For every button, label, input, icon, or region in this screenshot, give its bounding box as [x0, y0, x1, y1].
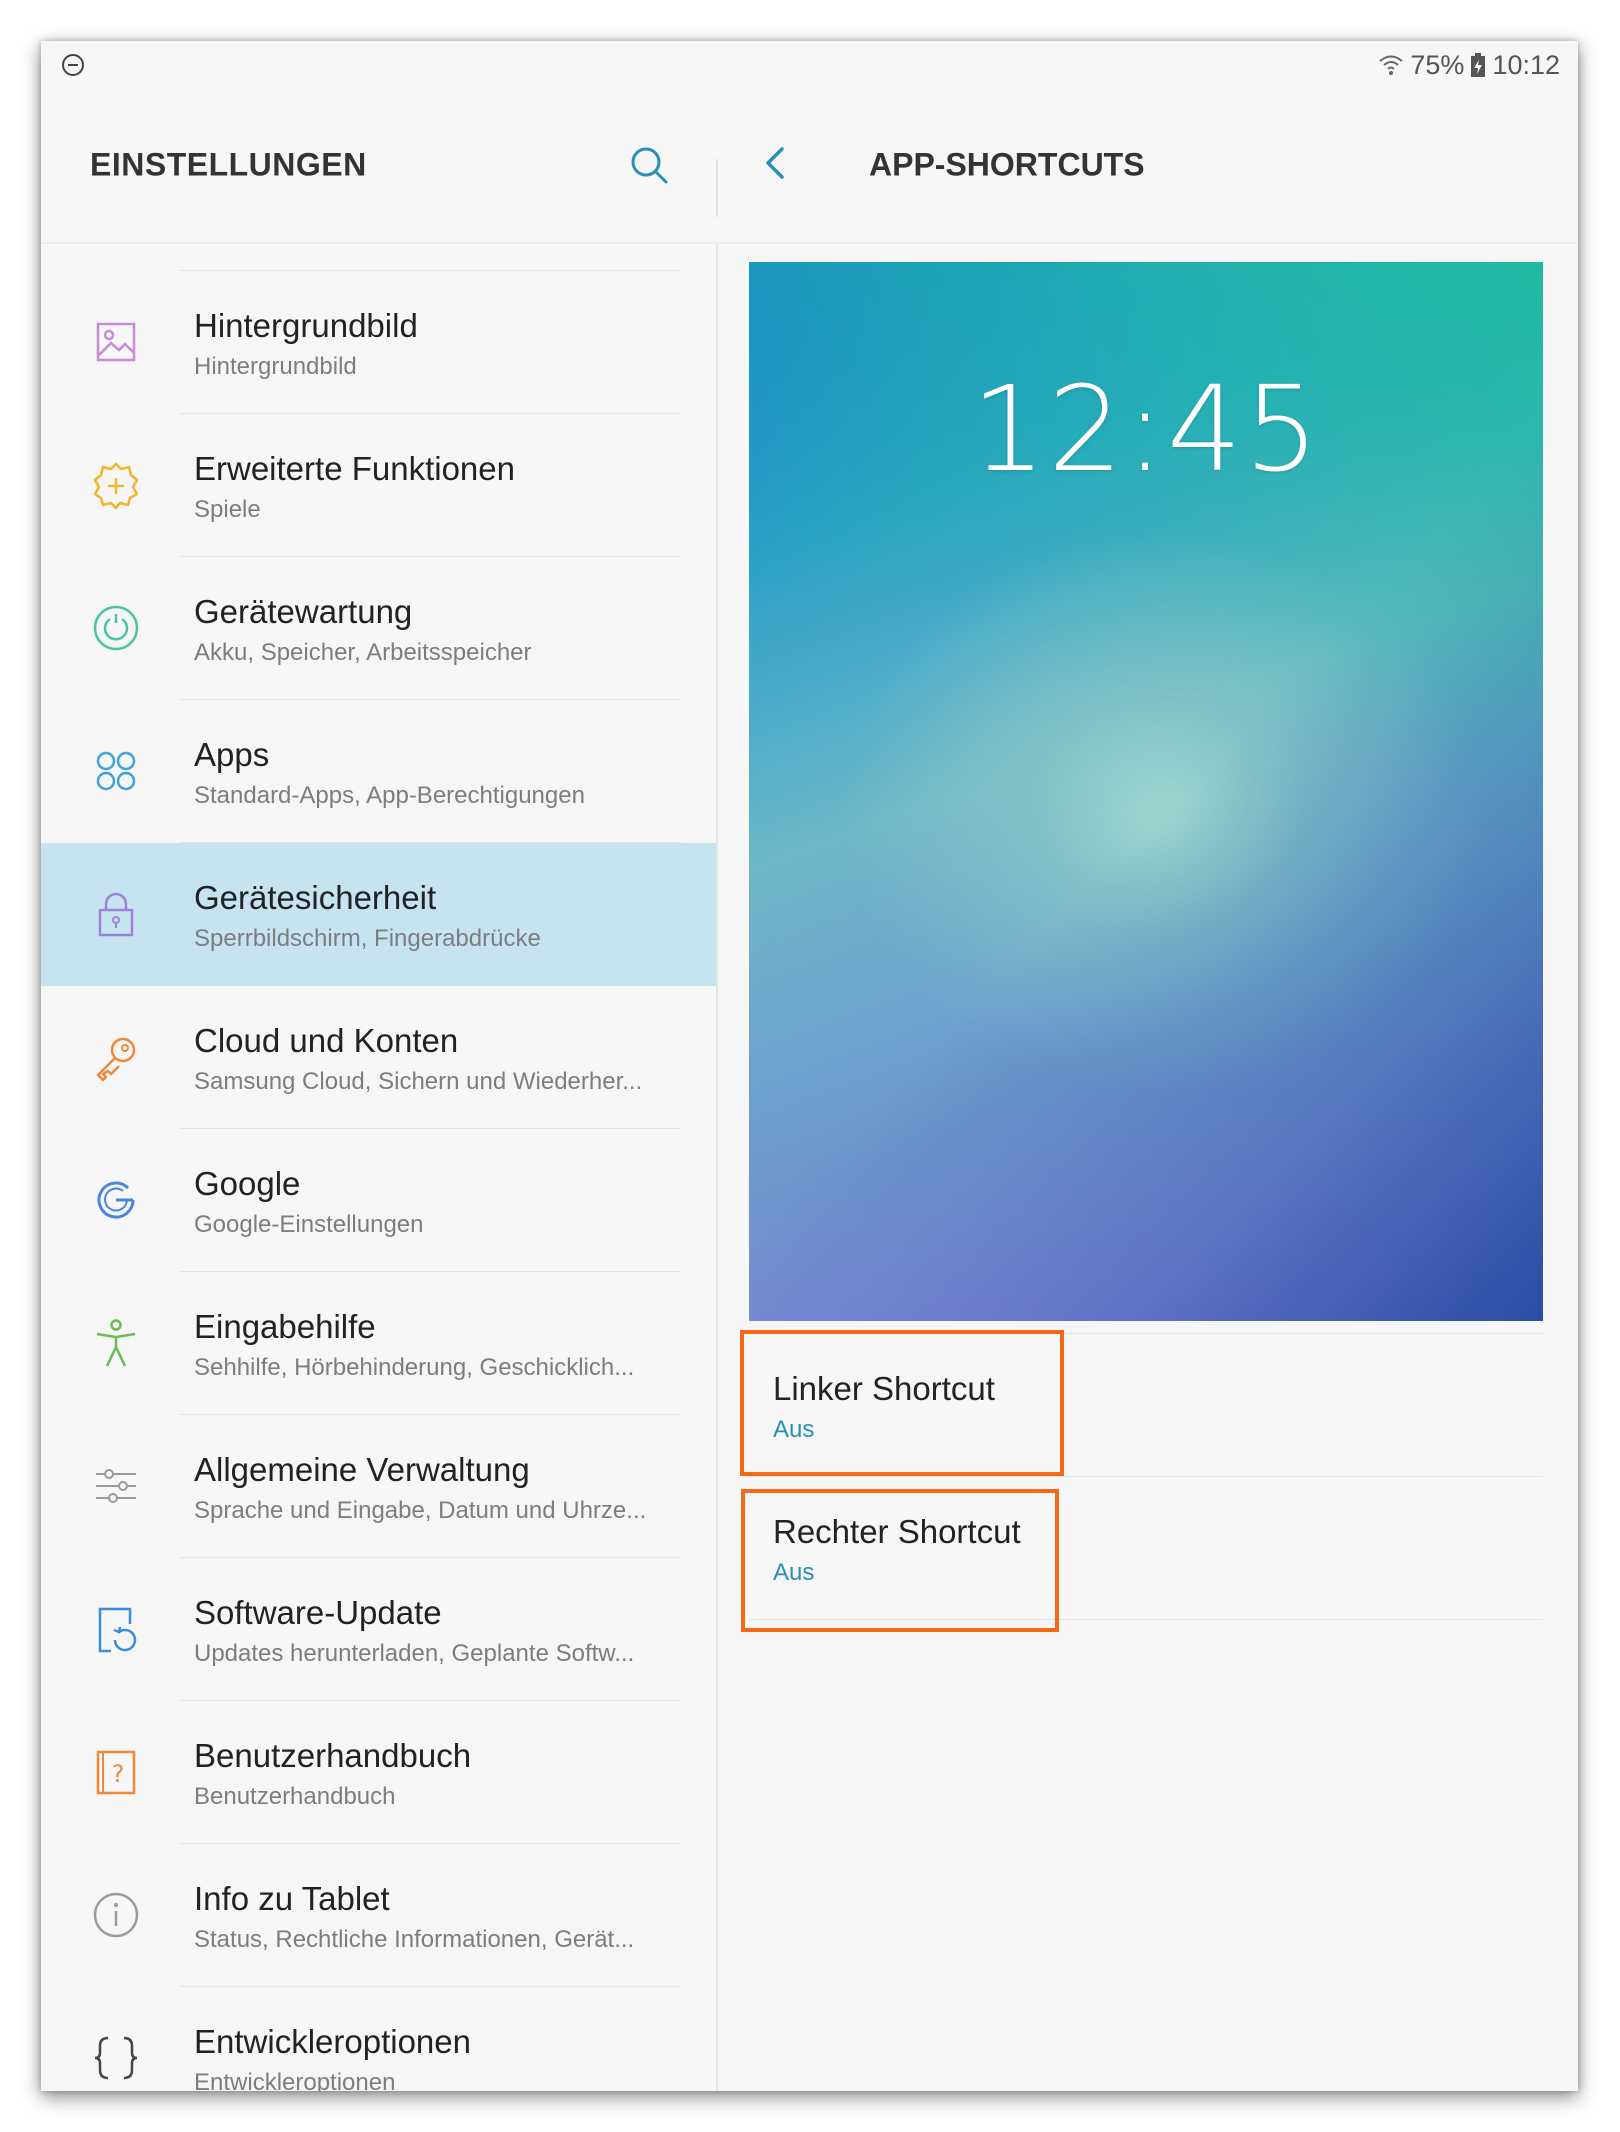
- menu-item-title: Software-Update: [194, 1594, 442, 1631]
- menu-item-title: Benutzerhandbuch: [194, 1737, 472, 1774]
- menu-item-title: Gerätesicherheit: [194, 879, 437, 916]
- panel-divider: [716, 244, 718, 2091]
- menu-item-title: Gerätewartung: [194, 593, 413, 630]
- search-icon[interactable]: [627, 143, 671, 187]
- menu-item-entwickleroptionen[interactable]: Entwickleroptionen Entwickleroptionen: [41, 1987, 716, 2091]
- menu-item-subtitle: Benutzerhandbuch: [194, 1783, 396, 1810]
- accessibility-icon: [89, 1316, 143, 1370]
- menu-item-title: Hintergrundbild: [194, 307, 418, 344]
- menu-item-title: Cloud und Konten: [194, 1022, 459, 1059]
- menu-item-benutzerhandbuch[interactable]: ? Benutzerhandbuch Benutzerhandbuch: [41, 1701, 716, 1844]
- braces-icon: [89, 2031, 143, 2085]
- menu-item-subtitle: Updates herunterladen, Geplante Softw...: [194, 1640, 635, 1667]
- page-title: EINSTELLUNGEN: [90, 146, 367, 183]
- info-icon: [89, 1888, 143, 1942]
- menu-item-info-zu-tablet[interactable]: Info zu Tablet Status, Rechtliche Inform…: [41, 1844, 716, 1987]
- battery-percent: 75%: [1410, 49, 1465, 80]
- settings-list: Hintergrundbild Hintergrundbild Erweiter…: [41, 244, 716, 2091]
- gear-plus-icon: [89, 458, 143, 512]
- svg-text:?: ?: [112, 1760, 125, 1788]
- menu-item-cloud-und-konten[interactable]: Cloud und Konten Samsung Cloud, Sichern …: [41, 986, 716, 1129]
- detail-header: APP-SHORTCUTS: [718, 89, 1578, 243]
- menu-item-subtitle: Sprache und Eingabe, Datum und Uhrze...: [194, 1497, 647, 1524]
- menu-item-title: Info zu Tablet: [194, 1880, 390, 1917]
- status-right: 75% 10:12: [1378, 47, 1560, 83]
- apps-grid-icon: [89, 744, 143, 798]
- lock-screen-preview: 12:45: [749, 262, 1543, 1321]
- lock-icon: [89, 887, 143, 941]
- settings-header: EINSTELLUNGEN: [41, 89, 716, 243]
- highlight-box-left-shortcut: [740, 1330, 1064, 1476]
- menu-item-title: Google: [194, 1165, 301, 1202]
- menu-item-subtitle: Hintergrundbild: [194, 353, 357, 380]
- menu-item-subtitle: Samsung Cloud, Sichern und Wiederher...: [194, 1068, 643, 1095]
- help-book-icon: ?: [89, 1745, 143, 1799]
- menu-item-geraetesicherheit[interactable]: Gerätesicherheit Sperrbildschirm, Finger…: [41, 843, 716, 986]
- menu-item-title: Allgemeine Verwaltung: [194, 1451, 530, 1488]
- menu-item-title: Eingabehilfe: [194, 1308, 376, 1345]
- menu-item-subtitle: Google-Einstellungen: [194, 1211, 424, 1238]
- google-icon: [89, 1173, 143, 1227]
- menu-item-subtitle: Sperrbildschirm, Fingerabdrücke: [194, 925, 541, 952]
- preview-clock: 12:45: [970, 360, 1322, 498]
- wifi-icon: [1379, 55, 1404, 75]
- sliders-icon: [89, 1459, 143, 1513]
- chevron-left-icon[interactable]: [756, 141, 796, 185]
- wallpaper-icon: [89, 315, 143, 369]
- menu-item-hintergrundbild[interactable]: Hintergrundbild Hintergrundbild: [41, 271, 716, 414]
- device-screen: 75% 10:12 EINSTELLUNGEN APP-SHORTCUTS Hi…: [41, 41, 1578, 2091]
- key-icon: [89, 1030, 143, 1084]
- menu-item-google[interactable]: Google Google-Einstellungen: [41, 1129, 716, 1272]
- menu-item-software-update[interactable]: Software-Update Updates herunterladen, G…: [41, 1558, 716, 1701]
- menu-item-subtitle: Status, Rechtliche Informationen, Gerät.…: [194, 1926, 635, 1953]
- menu-item-subtitle: Akku, Speicher, Arbeitsspeicher: [194, 639, 532, 666]
- menu-item-apps[interactable]: Apps Standard-Apps, App-Berechtigungen: [41, 700, 716, 843]
- menu-item-eingabehilfe[interactable]: Eingabehilfe Sehhilfe, Hörbehinderung, G…: [41, 1272, 716, 1415]
- menu-item-subtitle: Spiele: [194, 496, 261, 523]
- highlight-box-right-shortcut: [741, 1489, 1059, 1632]
- battery-charging-icon: [1471, 53, 1486, 77]
- menu-item-subtitle: Standard-Apps, App-Berechtigungen: [194, 782, 585, 809]
- refresh-circle-icon: [89, 601, 143, 655]
- menu-item-title: Entwickleroptionen: [194, 2023, 471, 2060]
- menu-item-allgemeine-verwaltung[interactable]: Allgemeine Verwaltung Sprache und Eingab…: [41, 1415, 716, 1558]
- menu-item-subtitle: Entwickleroptionen: [194, 2069, 396, 2091]
- software-update-icon: [89, 1602, 143, 1656]
- status-time: 10:12: [1492, 49, 1560, 80]
- detail-title: APP-SHORTCUTS: [869, 146, 1145, 183]
- menu-item-title: Erweiterte Funktionen: [194, 450, 515, 487]
- do-not-disturb-icon: [62, 54, 84, 76]
- status-bar: 75% 10:12: [41, 41, 1578, 89]
- menu-item-title: Apps: [194, 736, 270, 773]
- menu-item-geraetewartung[interactable]: Gerätewartung Akku, Speicher, Arbeitsspe…: [41, 557, 716, 700]
- menu-item-erweiterte-funktionen[interactable]: Erweiterte Funktionen Spiele: [41, 414, 716, 557]
- menu-item-subtitle: Sehhilfe, Hörbehinderung, Geschicklich..…: [194, 1354, 635, 1381]
